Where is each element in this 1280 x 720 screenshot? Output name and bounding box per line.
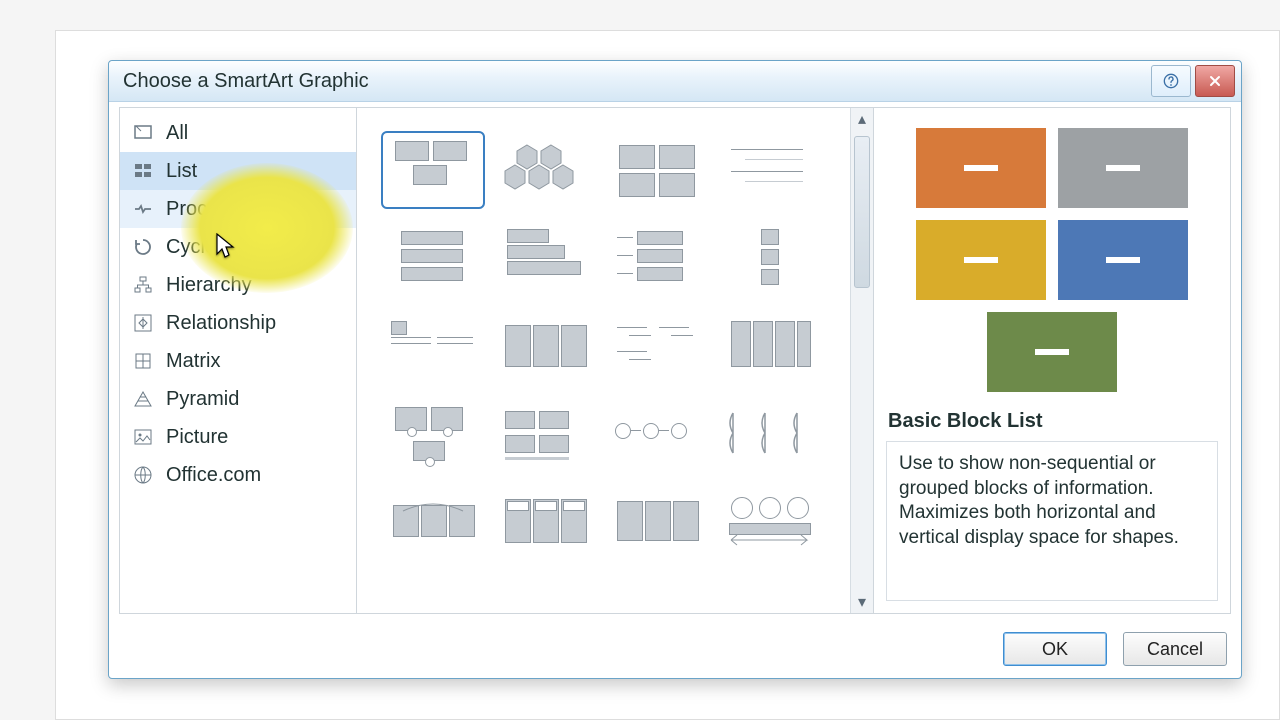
category-label: Process (166, 198, 238, 221)
layout-thumb[interactable] (713, 478, 825, 566)
titlebar: Choose a SmartArt Graphic (109, 61, 1241, 102)
layout-thumb[interactable] (377, 478, 489, 566)
help-icon (1163, 73, 1179, 89)
picture-icon (132, 426, 154, 448)
scroll-down-button[interactable]: ▾ (851, 591, 873, 613)
layout-thumb[interactable] (377, 214, 489, 302)
category-pyramid[interactable]: Pyramid (120, 380, 356, 418)
relationship-icon (132, 312, 154, 334)
matrix-icon (132, 350, 154, 372)
layout-thumb[interactable] (377, 390, 489, 478)
layout-thumb[interactable] (377, 126, 489, 214)
hierarchy-icon (132, 274, 154, 296)
layout-thumb[interactable] (601, 478, 713, 566)
layout-thumb[interactable] (713, 566, 825, 613)
category-hierarchy[interactable]: Hierarchy (120, 266, 356, 304)
layout-gallery: ▴ ▾ (357, 108, 873, 613)
category-label: Office.com (166, 464, 261, 487)
category-label: Pyramid (166, 388, 239, 411)
layout-thumb[interactable] (601, 302, 713, 390)
process-icon (132, 198, 154, 220)
globe-icon (132, 464, 154, 486)
layout-thumb[interactable] (489, 126, 601, 214)
layout-thumb[interactable] (489, 566, 601, 613)
dialog-body: All List Process Cycle Hierarchy Relatio… (119, 107, 1231, 614)
preview-block (916, 220, 1046, 300)
layout-thumb[interactable] (489, 302, 601, 390)
preview-block (916, 128, 1046, 208)
layout-thumb[interactable] (713, 390, 825, 478)
ok-button[interactable]: OK (1003, 632, 1107, 666)
close-button[interactable] (1195, 65, 1235, 97)
preview-graphic (874, 108, 1230, 402)
preview-pane: Basic Block List Use to show non-sequent… (873, 108, 1230, 613)
dialog-title: Choose a SmartArt Graphic (109, 70, 369, 93)
smartart-dialog: Choose a SmartArt Graphic All List Proce… (108, 60, 1242, 679)
scroll-track[interactable] (851, 130, 873, 591)
layout-thumb[interactable] (377, 566, 489, 613)
preview-description: Use to show non-sequential or grouped bl… (886, 441, 1218, 601)
category-picture[interactable]: Picture (120, 418, 356, 456)
category-label: Picture (166, 426, 228, 449)
category-list-item[interactable]: List (120, 152, 356, 190)
cancel-button[interactable]: Cancel (1123, 632, 1227, 666)
category-relationship[interactable]: Relationship (120, 304, 356, 342)
category-label: All (166, 122, 188, 145)
category-process[interactable]: Process (120, 190, 356, 228)
layout-thumb[interactable] (713, 126, 825, 214)
category-label: List (166, 160, 197, 183)
layout-thumb[interactable] (601, 126, 713, 214)
category-list: All List Process Cycle Hierarchy Relatio… (120, 108, 357, 613)
category-label: Matrix (166, 350, 220, 373)
category-label: Relationship (166, 312, 276, 335)
category-label: Hierarchy (166, 274, 252, 297)
scroll-up-button[interactable]: ▴ (851, 108, 873, 130)
pyramid-icon (132, 388, 154, 410)
preview-block (987, 312, 1117, 392)
dialog-footer: OK Cancel (109, 620, 1241, 678)
preview-title: Basic Block List (874, 402, 1230, 437)
layout-thumb[interactable] (713, 214, 825, 302)
category-matrix[interactable]: Matrix (120, 342, 356, 380)
category-all[interactable]: All (120, 114, 356, 152)
layout-thumb[interactable] (601, 390, 713, 478)
layout-thumb[interactable] (377, 302, 489, 390)
category-officecom[interactable]: Office.com (120, 456, 356, 494)
layout-thumb[interactable] (489, 478, 601, 566)
layout-thumb[interactable] (601, 214, 713, 302)
category-cycle[interactable]: Cycle (120, 228, 356, 266)
close-icon (1207, 73, 1223, 89)
layout-thumb[interactable] (713, 302, 825, 390)
list-icon (132, 160, 154, 182)
scroll-thumb[interactable] (854, 136, 870, 288)
cycle-icon (132, 236, 154, 258)
preview-block (1058, 220, 1188, 300)
layout-thumb[interactable] (489, 214, 601, 302)
layout-thumb[interactable] (601, 566, 713, 613)
layout-thumb[interactable] (489, 390, 601, 478)
layout-grid (357, 108, 850, 613)
category-label: Cycle (166, 236, 216, 259)
all-icon (132, 122, 154, 144)
preview-block (1058, 128, 1188, 208)
help-button[interactable] (1151, 65, 1191, 97)
gallery-scrollbar[interactable]: ▴ ▾ (850, 108, 873, 613)
